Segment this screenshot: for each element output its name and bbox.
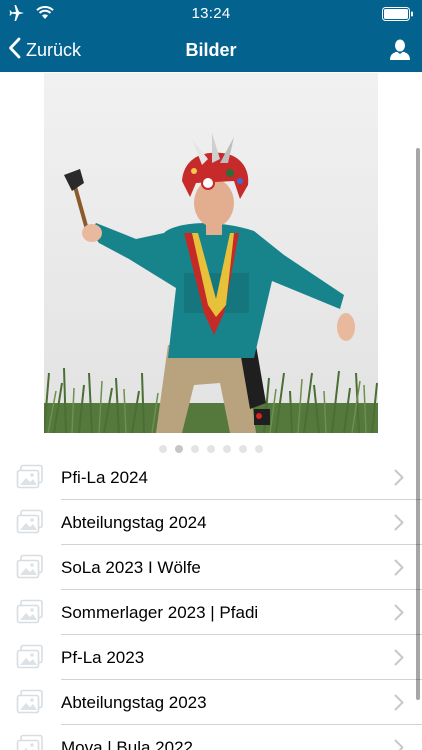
page-dot-active[interactable]	[175, 445, 183, 453]
album-row[interactable]: Pf-La 2023	[0, 635, 422, 680]
album-title: Pf-La 2023	[61, 648, 145, 667]
carousel-page-indicator[interactable]	[0, 445, 422, 455]
chevron-right-icon	[394, 604, 404, 626]
chevron-right-icon	[394, 739, 404, 750]
page-dot[interactable]	[223, 445, 231, 453]
page-dot[interactable]	[191, 445, 199, 453]
photo-album-icon	[16, 644, 44, 670]
gallery-content: Pfi-La 2024 Abteilungstag 2024 SoLa 2023…	[0, 72, 422, 750]
gallery-photo[interactable]	[44, 73, 378, 433]
navigation-bar: Zurück Bilder	[0, 28, 422, 72]
album-row[interactable]: Abteilungstag 2024	[0, 500, 422, 545]
album-title: Sommerlager 2023 | Pfadi	[61, 603, 259, 622]
photo-album-icon	[16, 509, 44, 535]
album-title: SoLa 2023 I Wölfe	[61, 558, 201, 577]
chevron-right-icon	[394, 469, 404, 491]
profile-button[interactable]	[388, 38, 412, 62]
photo-album-icon	[16, 464, 44, 490]
album-title: Pfi-La 2024	[61, 468, 148, 487]
photo-album-icon	[16, 554, 44, 580]
page-title: Bilder	[185, 40, 237, 60]
album-row[interactable]: Sommerlager 2023 | Pfadi	[0, 590, 422, 635]
scout-photo-image	[44, 73, 378, 433]
page-dot[interactable]	[239, 445, 247, 453]
photo-album-icon	[16, 734, 44, 750]
album-title: Mova | Bula 2022	[61, 738, 193, 750]
album-title: Abteilungstag 2023	[61, 693, 207, 712]
page-dot[interactable]	[207, 445, 215, 453]
chevron-right-icon	[394, 694, 404, 716]
user-icon	[388, 39, 412, 66]
photo-album-icon	[16, 599, 44, 625]
page-dot[interactable]	[255, 445, 263, 453]
photo-album-icon	[16, 689, 44, 715]
album-list: Pfi-La 2024 Abteilungstag 2024 SoLa 2023…	[0, 455, 422, 750]
battery-icon	[382, 7, 414, 26]
chevron-right-icon	[394, 649, 404, 671]
album-row[interactable]: SoLa 2023 I Wölfe	[0, 545, 422, 590]
album-row[interactable]: Abteilungstag 2023	[0, 680, 422, 725]
album-row[interactable]: Mova | Bula 2022	[0, 725, 412, 750]
status-bar: 13:24	[0, 0, 422, 28]
album-title: Abteilungstag 2024	[61, 513, 207, 532]
status-time: 13:24	[191, 5, 231, 22]
chevron-right-icon	[394, 514, 404, 536]
vertical-scrollbar[interactable]	[416, 148, 420, 700]
chevron-right-icon	[394, 559, 404, 581]
page-dot[interactable]	[159, 445, 167, 453]
album-row[interactable]: Pfi-La 2024	[0, 455, 422, 500]
